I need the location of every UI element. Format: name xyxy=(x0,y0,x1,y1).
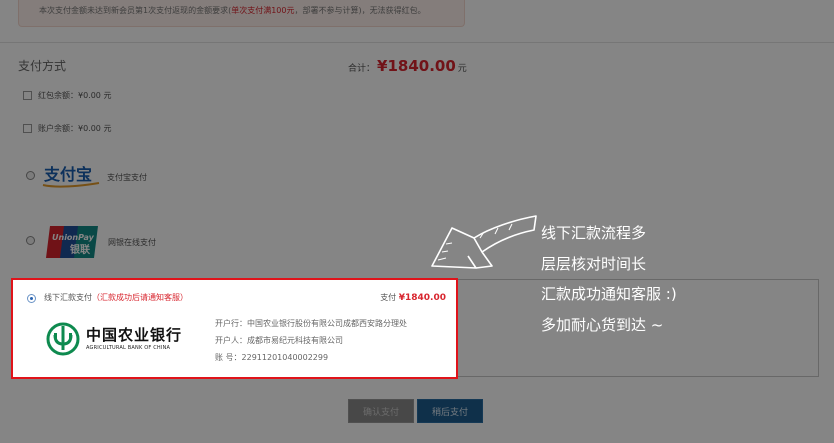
offline-title-note: （汇款成功后请通知客服） xyxy=(92,293,188,302)
bank-branch: 开户行：中国农业银行股份有限公司成都西安路分理处 xyxy=(215,319,407,328)
offline-title: 线下汇款支付（汇款成功后请通知客服） xyxy=(44,292,188,303)
offline-transfer-panel[interactable]: 线下汇款支付（汇款成功后请通知客服） 支付 ¥1840.00 中国农业银行 AG… xyxy=(11,278,458,379)
offline-pay-value: ¥1840.00 xyxy=(398,293,446,303)
offline-pay-amount: 支付 ¥1840.00 xyxy=(380,292,446,303)
hint-line-4: 多加耐心货到达 ~ xyxy=(541,316,664,334)
hint-line-3: 汇款成功通知客服 :) xyxy=(541,285,677,303)
hint-line-2: 层层核对时间长 xyxy=(541,255,647,273)
account-number: 账 号：22911201040002299 xyxy=(215,353,329,362)
offline-pay-label: 支付 xyxy=(380,293,397,302)
hint-line-1: 线下汇款流程多 xyxy=(541,224,647,242)
abc-bank-logo: 中国农业银行 AGRICULTURAL BANK OF CHINA xyxy=(46,322,191,356)
abc-emblem-icon xyxy=(46,322,80,356)
bank-name-cn: 中国农业银行 xyxy=(86,326,183,344)
offline-title-text: 线下汇款支付 xyxy=(44,293,92,302)
account-holder: 开户人：成都市易纪元科技有限公司 xyxy=(215,336,343,345)
offline-radio[interactable] xyxy=(27,294,36,303)
bank-name-en: AGRICULTURAL BANK OF CHINA xyxy=(86,345,171,351)
hand-drawn-arrow-icon xyxy=(431,215,537,269)
